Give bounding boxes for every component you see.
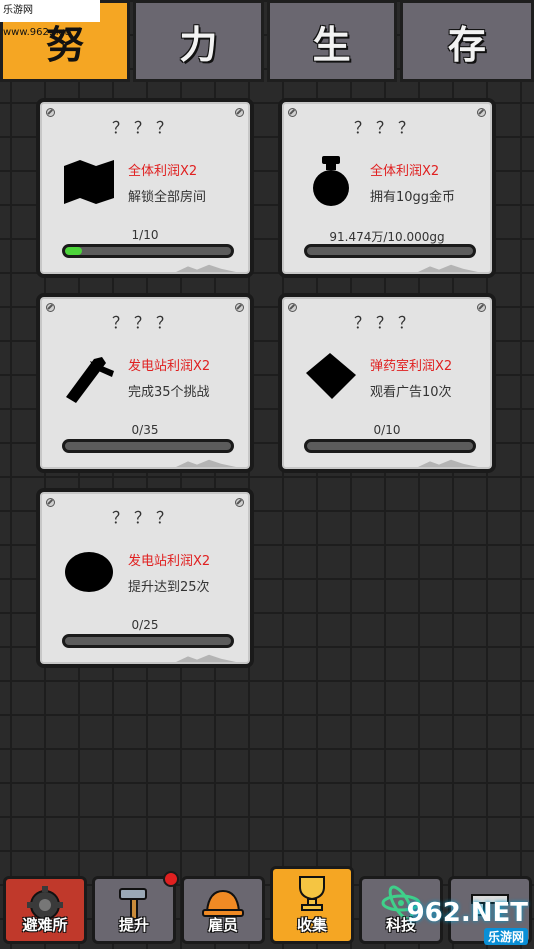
condition-text: 观看广告10次: [370, 385, 452, 400]
paper-tear: [418, 459, 478, 467]
notification-badge: [163, 871, 179, 887]
progress-text: 0/35: [131, 423, 159, 437]
nav-label: 提升: [118, 916, 149, 934]
reward-text: 发电站利润X2: [128, 359, 211, 374]
tab-cun[interactable]: 存: [399, 0, 534, 82]
nav-upgrade-button[interactable]: 提升: [92, 871, 179, 944]
disc-silhouette-icon: [65, 552, 113, 592]
reward-text: 全体利润X2: [128, 164, 198, 179]
reward-text: 全体利润X2: [370, 164, 440, 179]
collection-card[interactable]: ？？？ 弹药室利润X2 观看广告10次 0/10: [278, 293, 496, 473]
paper-tear: [418, 264, 478, 272]
card-title: ？？？: [353, 313, 420, 332]
progress-bar: [304, 439, 476, 453]
nav-collection-button[interactable]: 收集: [270, 866, 354, 944]
progress-text: 91.474万/10.000gg: [329, 230, 445, 244]
collection-card[interactable]: ？？？ 全体利润X2 解锁全部房间 1/10: [36, 98, 254, 278]
progress-bar: [62, 244, 234, 258]
paper-tear: [176, 459, 236, 467]
card-title: ？？？: [353, 118, 420, 137]
reward-text: 弹药室利润X2: [370, 359, 453, 374]
progress-text: 0/10: [373, 423, 401, 437]
progress-text: 0/25: [131, 618, 159, 632]
collection-card[interactable]: ？？？ 发电站利润X2 提升达到25次 0/25: [36, 488, 254, 668]
condition-text: 提升达到25次: [128, 580, 210, 595]
condition-text: 拥有10gg金币: [370, 190, 456, 205]
trophy-icon: [299, 876, 325, 911]
tab-sheng[interactable]: 生: [266, 0, 397, 82]
collection-card[interactable]: ？？？ 发电站利润X2 完成35个挑战 0/35: [36, 293, 254, 473]
nav-label: 避难所: [22, 916, 68, 934]
progress-bar: [62, 634, 234, 648]
tab-li[interactable]: 力: [133, 0, 264, 82]
card-title: ？？？: [111, 313, 178, 332]
progress-bar: [304, 244, 476, 258]
watermark-bottom: 962.NET 乐游网: [400, 897, 528, 945]
paper-tear: [176, 654, 236, 662]
watermark-site: 乐游网: [483, 927, 528, 945]
nav-employees-button[interactable]: 雇员: [181, 876, 265, 944]
collection-card[interactable]: ？？？ 全体利润X2 拥有10gg金币 91.474万/10.000gg: [278, 98, 496, 278]
condition-text: 解锁全部房间: [128, 190, 207, 205]
reward-text: 发电站利润X2: [128, 554, 211, 569]
card-title: ？？？: [111, 118, 178, 137]
progress-fill: [65, 247, 82, 255]
watermark-top: 乐游网 www.962.net: [0, 0, 100, 38]
card-title: ？？？: [111, 508, 178, 527]
nav-label: 雇员: [207, 916, 238, 934]
map-silhouette-icon: [64, 160, 114, 204]
progress-bar: [62, 439, 234, 453]
money-bag-silhouette-icon: [313, 156, 349, 206]
condition-text: 完成35个挑战: [128, 385, 210, 400]
box-silhouette-icon: [306, 353, 356, 399]
nav-shelter-button[interactable]: 避难所: [3, 876, 87, 944]
watermark-logo: 962.NET: [406, 897, 528, 928]
paper-tear: [176, 264, 236, 272]
progress-text: 1/10: [131, 228, 159, 242]
nav-label: 收集: [296, 916, 327, 934]
pliers-silhouette-icon: [66, 357, 114, 403]
